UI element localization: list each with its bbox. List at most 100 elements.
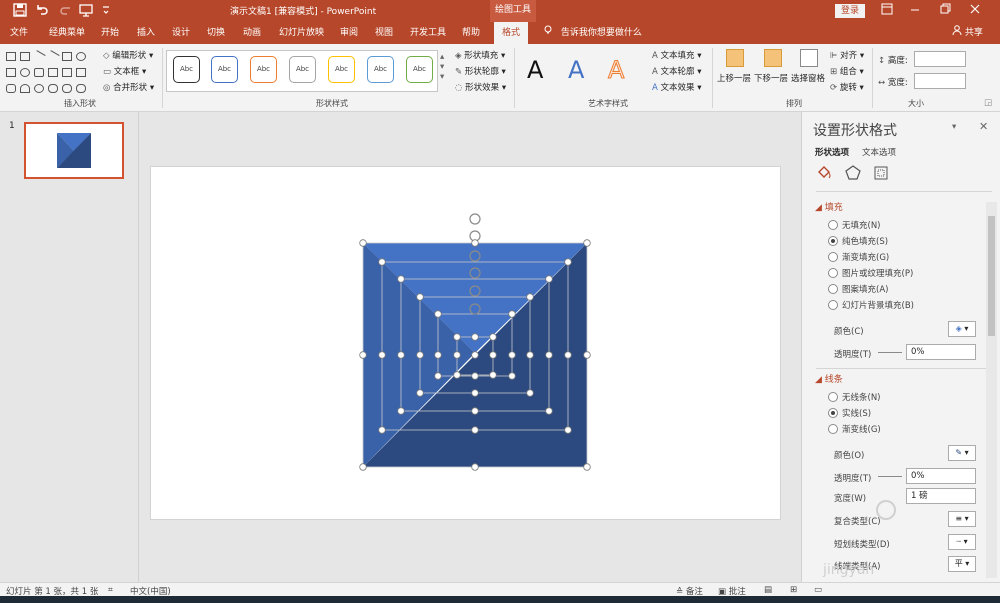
shape-brace-2[interactable] [62,84,72,93]
radio-solid-fill[interactable] [828,236,838,246]
shape-style-1[interactable]: Abc [173,56,200,83]
pane-scrollbar-thumb[interactable] [988,216,995,336]
shape-arrow-right[interactable] [62,68,72,77]
accessibility-icon[interactable]: ⌗ [108,585,113,595]
login-button[interactable]: 登录 [835,4,865,18]
tab-format[interactable]: 格式 [494,22,529,44]
text-effects-button[interactable]: A 文本效果 ▾ [652,81,702,93]
slideshow-icon[interactable] [78,3,94,19]
tab-help[interactable]: 帮助 [462,22,480,44]
group-button[interactable]: ⊞ 组合 ▾ [830,65,864,77]
shape-arrow-line[interactable] [46,50,60,63]
minimize-icon[interactable] [906,3,924,19]
shape-swirl[interactable] [34,84,44,93]
edit-shape-button[interactable]: ◇ 编辑形状 ▾ [103,49,153,61]
wordart-style-orange[interactable]: A [607,56,624,85]
restore-icon[interactable] [936,3,954,19]
shape-style-3[interactable]: Abc [250,56,277,83]
tab-slideshow[interactable]: 幻灯片放映 [279,22,324,44]
normal-view-icon[interactable]: ▤ [764,585,772,595]
shape-rect-2[interactable] [6,68,16,77]
width-input[interactable] [914,73,966,89]
radio-picture-fill[interactable] [828,268,838,278]
shape-bracket[interactable] [34,68,44,77]
shape-arc[interactable] [20,84,30,93]
radio-no-fill[interactable] [828,220,838,230]
fill-section-header[interactable]: ◢ 填充 [815,200,843,213]
merge-shapes-button[interactable]: ◎ 合并形状 ▾ [103,81,154,93]
tab-developer[interactable]: 开发工具 [410,22,446,44]
tab-transitions[interactable]: 切换 [207,22,225,44]
share-button[interactable]: 共享 [952,22,983,44]
close-icon[interactable] [966,3,984,19]
shape-arrow-down[interactable] [76,68,86,77]
radio-no-line[interactable] [828,392,838,402]
shape-textbox-vertical[interactable] [20,52,30,61]
tell-me-search[interactable]: 告诉我你想要做什么 [544,22,642,44]
tab-shape-options[interactable]: 形状选项 [815,146,849,158]
pane-options-icon[interactable]: ▾ [952,122,956,132]
tab-animations[interactable]: 动画 [243,22,261,44]
shape-style-2[interactable]: Abc [211,56,238,83]
fill-transparency-slider[interactable] [878,352,902,353]
radio-pattern-fill[interactable] [828,284,838,294]
tab-home[interactable]: 开始 [101,22,119,44]
selected-shape[interactable] [151,167,782,521]
shape-step[interactable] [48,68,58,77]
gallery-scroll-icon[interactable]: ▴ ▾ ▾ [440,52,444,82]
shape-brace[interactable] [48,84,58,93]
fill-line-icon[interactable] [815,164,833,182]
size-dialog-launcher-icon[interactable]: ◲ [984,98,992,108]
reading-view-icon[interactable]: ▭ [814,585,822,595]
customize-icon[interactable] [98,3,114,19]
shape-style-7[interactable]: Abc [406,56,433,83]
slide-sorter-icon[interactable]: ⊞ [790,585,797,595]
fill-color-picker[interactable]: ◈ ▾ [948,321,976,337]
shape-oval-2[interactable] [20,68,30,77]
text-outline-button[interactable]: A 文本轮廓 ▾ [652,65,702,77]
shape-fill-button[interactable]: ◈ 形状填充 ▾ [455,49,505,61]
shape-effects-button[interactable]: ◌ 形状效果 ▾ [455,81,506,93]
shape-rectangle[interactable] [62,52,72,61]
tab-design[interactable]: 设计 [172,22,190,44]
line-color-picker[interactable]: ✎ ▾ [948,445,976,461]
redo-icon[interactable] [58,3,74,19]
wordart-style-blue[interactable]: A [568,56,584,84]
tab-review[interactable]: 审阅 [340,22,358,44]
ribbon-display-icon[interactable] [878,3,896,19]
text-box-button[interactable]: ▭ 文本框 ▾ [103,65,146,77]
wordart-style-black[interactable]: A [527,56,543,84]
shape-style-5[interactable]: Abc [328,56,355,83]
effects-pentagon-icon[interactable] [844,164,862,182]
tab-file[interactable]: 文件 [10,22,28,44]
rotate-button[interactable]: ⟳ 旋转 ▾ [830,81,864,93]
radio-gradient-fill[interactable] [828,252,838,262]
size-properties-icon[interactable] [872,164,890,182]
shape-outline-button[interactable]: ✎ 形状轮廓 ▾ [455,65,506,77]
line-transparency-slider[interactable] [878,476,902,477]
radio-gradient-line[interactable] [828,424,838,434]
align-button[interactable]: ⊫ 对齐 ▾ [830,49,864,61]
pane-close-icon[interactable]: ✕ [979,120,988,133]
tab-text-options[interactable]: 文本选项 [862,146,896,158]
save-icon[interactable] [12,3,28,19]
slide-thumbnail[interactable] [24,122,124,179]
line-transparency-input[interactable]: 0% [906,468,976,484]
shape-brace-3[interactable] [76,84,86,93]
undo-icon[interactable] [34,3,50,19]
radio-solid-line[interactable] [828,408,838,418]
tab-insert[interactable]: 插入 [137,22,155,44]
line-section-header[interactable]: ◢ 线条 [815,372,843,385]
shape-style-4[interactable]: Abc [289,56,316,83]
shape-textbox[interactable] [6,52,16,61]
shape-oval[interactable] [76,52,86,61]
fill-transparency-input[interactable]: 0% [906,344,976,360]
shape-curve[interactable] [6,84,16,93]
height-input[interactable] [914,51,966,67]
radio-background-fill[interactable] [828,300,838,310]
shape-line[interactable] [32,50,46,63]
slide-canvas[interactable] [150,166,781,520]
text-fill-button[interactable]: A 文本填充 ▾ [652,49,702,61]
tab-view[interactable]: 视图 [375,22,393,44]
shape-style-6[interactable]: Abc [367,56,394,83]
